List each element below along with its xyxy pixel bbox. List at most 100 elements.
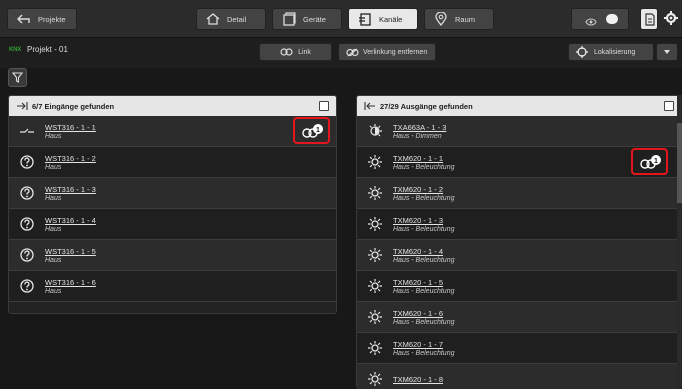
output-channel-name[interactable]: TXM620 - 1 - 2 — [393, 185, 454, 194]
link-button[interactable]: Link — [259, 43, 332, 61]
output-channel-location: Haus - Beleuchtung — [393, 256, 455, 264]
link-badge-button[interactable]: 1 — [293, 117, 330, 144]
project-name: Projekt - 01 — [27, 45, 68, 54]
input-row[interactable]: WST316 - 1 - 6 Haus — [9, 271, 336, 302]
inputs-select-all-checkbox[interactable] — [319, 101, 329, 111]
input-channel-location: Haus — [45, 287, 62, 295]
light-icon — [357, 154, 393, 170]
input-channel-name[interactable]: WST316 - 1 - 2 — [45, 154, 96, 163]
light-icon — [357, 340, 393, 356]
geraete-button[interactable]: Geräte — [272, 8, 342, 30]
filter-button[interactable] — [8, 68, 27, 87]
kanaele-label: Kanäle — [379, 14, 403, 24]
unlink-label: Verlinkung entfernen — [363, 48, 428, 56]
output-channel-location: Haus - Beleuchtung — [393, 163, 455, 171]
unlink-button[interactable]: Verlinkung entfernen — [338, 43, 436, 61]
linked-icon: 1 — [639, 154, 661, 169]
output-row[interactable]: TXM620 - 1 - 4 Haus - Beleuchtung — [357, 240, 681, 271]
eye-icon — [585, 14, 597, 32]
localization-button[interactable]: Lokalisierung — [568, 43, 654, 61]
light-icon — [357, 309, 393, 325]
light-icon — [357, 185, 393, 201]
view-toggle[interactable] — [571, 8, 629, 30]
link-badge-button[interactable]: 1 — [631, 148, 668, 175]
input-channel-name[interactable]: WST316 - 1 - 5 — [45, 247, 96, 256]
inputs-header: 6/7 Eingänge gefunden — [9, 96, 336, 116]
light-icon — [357, 247, 393, 263]
input-row[interactable]: WST316 - 1 - 2 Haus — [9, 147, 336, 178]
input-arrow-icon — [16, 101, 28, 111]
output-channel-name[interactable]: TXM620 - 1 - 4 — [393, 247, 454, 256]
detail-label: Detail — [227, 14, 247, 24]
device-icon — [281, 12, 297, 26]
projekte-label: Projekte — [38, 14, 66, 24]
chevron-down-icon — [664, 50, 670, 54]
light-icon — [357, 278, 393, 294]
output-channel-name[interactable]: TXM620 - 1 - 1 — [393, 154, 454, 163]
scrollbar-thumb[interactable] — [677, 123, 682, 203]
output-row[interactable]: TXA663A - 1 - 3 Haus - Dimmen — [357, 116, 681, 147]
input-channel-location: Haus — [45, 194, 62, 202]
output-row[interactable]: TXM620 - 1 - 6 Haus - Beleuchtung — [357, 302, 681, 333]
output-row[interactable]: TXM620 - 1 - 7 Haus - Beleuchtung — [357, 333, 681, 364]
outputs-header-text: 27/29 Ausgänge gefunden — [380, 101, 473, 111]
localization-dropdown[interactable] — [656, 43, 678, 61]
document-icon — [645, 13, 655, 31]
outputs-list: TXA663A - 1 - 3 Haus - Dimmen TXM620 - 1 -… — [357, 116, 681, 389]
output-channel-name[interactable]: TXM620 - 1 - 8 — [393, 375, 443, 384]
top-toolbar: Projekte Detail Geräte Kanäle Raum — [0, 0, 682, 38]
output-row[interactable]: TXM620 - 1 - 2 Haus - Beleuchtung — [357, 178, 681, 209]
output-channel-name[interactable]: TXM620 - 1 - 3 — [393, 216, 454, 225]
input-row[interactable]: WST316 - 1 - 5 Haus — [9, 240, 336, 271]
output-channel-name[interactable]: TXM620 - 1 - 6 — [393, 309, 454, 318]
input-row[interactable]: WST316 - 1 - 1 Haus 1 — [9, 116, 336, 147]
raum-button[interactable]: Raum — [424, 8, 494, 30]
inputs-list: WST316 - 1 - 1 Haus 1 WST316 - 1 - 2 Haus WST… — [9, 116, 336, 302]
link-icon — [280, 48, 293, 56]
output-row[interactable]: TXM620 - 1 - 1 Haus - Beleuchtung 1 — [357, 147, 681, 178]
output-channel-location: Haus - Dimmen — [393, 132, 442, 140]
raum-label: Raum — [455, 14, 476, 24]
input-row[interactable]: WST316 - 1 - 4 Haus — [9, 209, 336, 240]
light-icon — [357, 371, 393, 387]
house-icon — [205, 13, 221, 25]
output-row[interactable]: TXM620 - 1 - 8 — [357, 364, 681, 389]
svg-text:1: 1 — [316, 127, 320, 134]
settings-icon[interactable] — [664, 11, 678, 30]
kanaele-button[interactable]: Kanäle — [348, 8, 418, 30]
crosshair-icon — [576, 46, 588, 58]
output-channel-location: Haus - Beleuchtung — [393, 318, 455, 326]
detail-button[interactable]: Detail — [196, 8, 266, 30]
output-channel-name[interactable]: TXA663A - 1 - 3 — [393, 123, 446, 132]
outputs-panel: 27/29 Ausgänge gefunden TXA663A - 1 - 3H… — [356, 95, 682, 389]
input-channel-name[interactable]: WST316 - 1 - 3 — [45, 185, 96, 194]
channel-icon — [357, 13, 373, 26]
outputs-scrollbar[interactable] — [677, 95, 682, 389]
geraete-label: Geräte — [303, 14, 326, 24]
output-channel-location: Haus - Beleuchtung — [393, 287, 455, 295]
output-channel-name[interactable]: TXM620 - 1 - 7 — [393, 340, 454, 349]
knx-logo: KNX — [9, 47, 22, 53]
input-channel-name[interactable]: WST316 - 1 - 4 — [45, 216, 96, 225]
question-icon — [9, 186, 45, 200]
output-row[interactable]: TXM620 - 1 - 3 Haus - Beleuchtung — [357, 209, 681, 240]
output-arrow-icon — [364, 101, 376, 111]
document-button[interactable] — [640, 8, 658, 30]
input-row[interactable]: WST316 - 1 - 3 Haus — [9, 178, 336, 209]
inputs-header-text: 6/7 Eingänge gefunden — [32, 101, 115, 111]
input-channel-location: Haus — [45, 225, 62, 233]
input-channel-name[interactable]: WST316 - 1 - 6 — [45, 278, 96, 287]
link-label: Link — [298, 48, 311, 56]
output-row[interactable]: TXM620 - 1 - 5 Haus - Beleuchtung — [357, 271, 681, 302]
projekte-button[interactable]: Projekte — [7, 8, 77, 30]
question-icon — [9, 217, 45, 231]
light-icon — [357, 216, 393, 232]
output-channel-location: Haus - Beleuchtung — [393, 225, 455, 233]
outputs-select-all-checkbox[interactable] — [664, 101, 674, 111]
question-icon — [9, 279, 45, 293]
output-channel-location: Haus - Beleuchtung — [393, 349, 455, 357]
output-channel-name[interactable]: TXM620 - 1 - 5 — [393, 278, 454, 287]
outputs-header: 27/29 Ausgänge gefunden — [357, 96, 681, 116]
input-channel-location: Haus — [45, 163, 62, 171]
input-channel-name[interactable]: WST316 - 1 - 1 — [45, 123, 96, 132]
